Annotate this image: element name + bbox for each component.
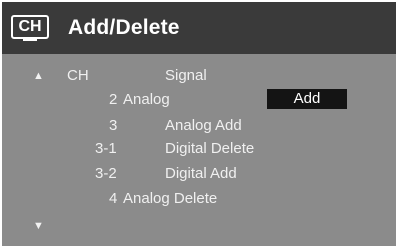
scroll-up-icon[interactable]: ▲ [33,70,44,82]
channel-number: 3-2 [95,165,117,182]
channel-number: 3 [109,117,118,134]
channel-signal: Analog Delete [123,190,218,207]
ch-tv-icon: CH [11,15,51,41]
page-title: Add/Delete [68,16,180,39]
add-button[interactable]: Add [267,89,347,109]
scroll-down-icon[interactable]: ▼ [33,220,44,232]
channel-number: 3-1 [95,140,117,157]
channel-number: 2 [109,91,118,108]
channel-signal: Digital Add [165,165,237,182]
column-header-ch: CH [67,67,89,84]
ch-icon-label: CH [11,15,49,39]
osd-screen: CH Add/Delete ▲ CH Signal 2 Analog Add 3… [2,2,396,246]
column-header-signal: Signal [165,67,207,84]
channel-signal: Analog Add [165,117,242,134]
channel-list-panel: ▲ CH Signal 2 Analog Add 3 Analog Add 3-… [2,54,396,246]
channel-signal: Analog [123,91,170,108]
channel-number: 4 [109,190,118,207]
channel-signal: Digital Delete [165,140,255,157]
header-bar: CH Add/Delete [2,2,396,54]
tv-stand-shape [23,38,37,41]
